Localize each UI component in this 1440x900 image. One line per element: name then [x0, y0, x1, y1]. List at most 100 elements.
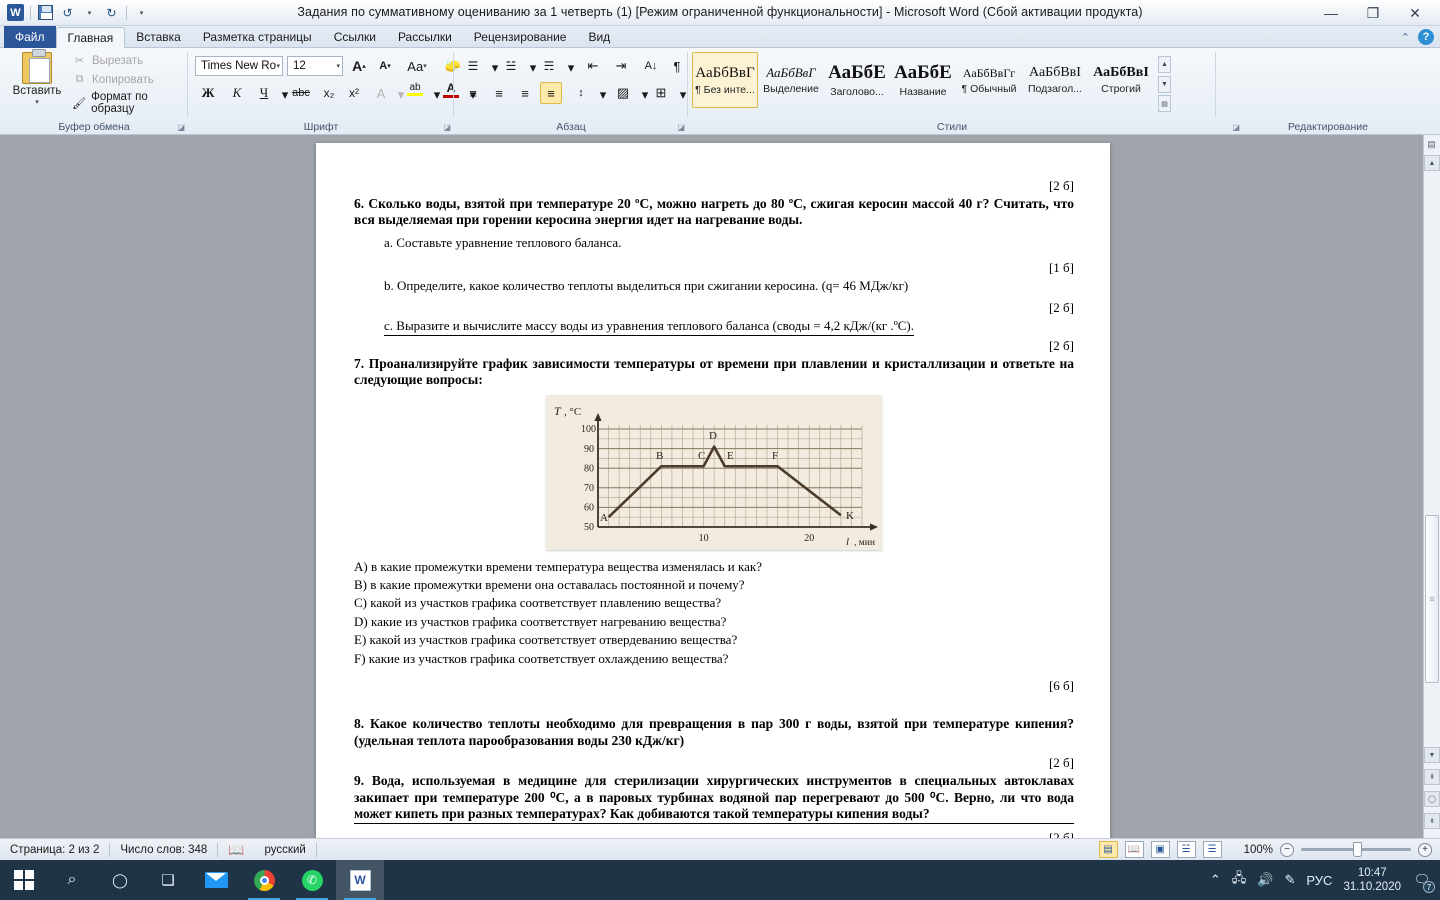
view-web-layout[interactable]: ▣: [1151, 841, 1170, 858]
word-count[interactable]: Число слов: 348: [110, 839, 217, 861]
document-page[interactable]: [2 б] 6. Сколько воды, взятой при темпер…: [316, 143, 1110, 838]
increase-indent-button[interactable]: ⇥: [610, 55, 632, 77]
multilevel-dropdown-icon[interactable]: ▾: [560, 57, 582, 79]
taskbar-whatsapp[interactable]: ✆: [288, 860, 336, 900]
view-ruler-icon[interactable]: ▤: [1424, 137, 1439, 151]
taskbar-word[interactable]: W: [336, 860, 384, 900]
start-button[interactable]: [0, 860, 48, 900]
scroll-up-button[interactable]: ▲: [1424, 155, 1440, 171]
show-formatting-marks-button[interactable]: ¶: [666, 55, 688, 77]
zoom-out-button[interactable]: −: [1280, 843, 1294, 857]
previous-page-button[interactable]: ⇞: [1424, 769, 1440, 785]
notifications-button[interactable]: 🗨 7: [1412, 870, 1432, 890]
show-hidden-icons-icon[interactable]: ⌃: [1210, 872, 1221, 888]
page-indicator[interactable]: Страница: 2 из 2: [0, 839, 109, 861]
borders-button[interactable]: ⊞: [650, 82, 672, 104]
tab-view[interactable]: Вид: [577, 26, 621, 48]
chevron-down-icon[interactable]: ▾: [336, 62, 340, 70]
paragraph-dialog-launcher[interactable]: ◪: [677, 123, 685, 132]
grow-font-icon[interactable]: A▴: [348, 55, 370, 77]
zoom-level[interactable]: 100%: [1244, 844, 1273, 856]
next-page-button[interactable]: ⇟: [1424, 813, 1440, 829]
clipboard-dialog-launcher[interactable]: ◪: [177, 123, 185, 132]
restore-button[interactable]: ❐: [1352, 0, 1394, 26]
format-painter-button[interactable]: 🖌 Формат по образцу: [72, 91, 188, 115]
shading-button[interactable]: ▨: [612, 82, 634, 104]
cortana-button[interactable]: ◯: [96, 860, 144, 900]
tab-references[interactable]: Ссылки: [323, 26, 387, 48]
language-indicator[interactable]: РУС: [1306, 873, 1332, 888]
styles-scroll-up-icon[interactable]: ▲: [1158, 56, 1171, 73]
vertical-scrollbar[interactable]: ▲ ▼ ⇞ ◯ ⇟: [1423, 135, 1440, 838]
font-name-input[interactable]: Times New Ro ▾: [195, 56, 283, 76]
style-item-1[interactable]: АаБбВвГ Выделение: [758, 52, 824, 108]
line-spacing-button[interactable]: ↕: [570, 82, 592, 104]
view-draft[interactable]: ☰: [1203, 841, 1222, 858]
strikethrough-button[interactable]: abc: [290, 82, 312, 104]
zoom-controls[interactable]: ▤ 📖 ▣ ☱ ☰ 100% − +: [1099, 839, 1432, 861]
tab-insert[interactable]: Вставка: [125, 26, 192, 48]
highlight-button[interactable]: ab: [404, 78, 426, 100]
pen-icon[interactable]: ✎: [1284, 872, 1295, 888]
style-item-5[interactable]: АаБбВвІ Подзагол...: [1022, 52, 1088, 108]
align-left-button[interactable]: ≡: [462, 82, 484, 104]
align-right-button[interactable]: ≡: [514, 82, 536, 104]
collapse-ribbon-icon[interactable]: ⌃: [1401, 31, 1410, 44]
temperature-time-chart[interactable]: 50 60 70 80 90 100 10 20: [354, 395, 1074, 550]
superscript-button[interactable]: x²: [343, 82, 365, 104]
tab-review[interactable]: Рецензирование: [463, 26, 578, 48]
tab-home[interactable]: Главная: [56, 27, 126, 49]
proofing-status[interactable]: 📖: [218, 839, 254, 861]
clock[interactable]: 10:47 31.10.2020: [1343, 866, 1401, 895]
justify-button[interactable]: ≡: [540, 82, 562, 104]
decrease-indent-button[interactable]: ⇤: [582, 55, 604, 77]
numbering-button[interactable]: ☱: [500, 55, 522, 77]
tab-page-layout[interactable]: Разметка страницы: [192, 26, 323, 48]
copy-button[interactable]: ⧉ Копировать: [72, 72, 188, 87]
styles-more-icon[interactable]: ▤: [1158, 95, 1171, 112]
scrollbar-thumb[interactable]: [1425, 515, 1439, 683]
minimize-button[interactable]: —: [1310, 0, 1352, 26]
shrink-font-icon[interactable]: A▾: [374, 55, 396, 77]
close-button[interactable]: ✕: [1394, 0, 1436, 26]
volume-icon[interactable]: 🔊: [1257, 872, 1273, 888]
underline-button[interactable]: Ч: [253, 82, 275, 104]
language-indicator[interactable]: русский: [255, 839, 316, 861]
tab-file[interactable]: Файл: [4, 26, 56, 48]
chevron-down-icon[interactable]: ▾: [276, 62, 280, 70]
styles-scroll-down-icon[interactable]: ▼: [1158, 76, 1171, 93]
style-item-6[interactable]: АаБбВвІ Строгий: [1088, 52, 1154, 108]
styles-gallery[interactable]: АаБбВвГ ¶ Без инте... АаБбВвГ Выделение …: [692, 52, 1169, 108]
taskbar-mail[interactable]: [192, 860, 240, 900]
bold-button[interactable]: Ж: [197, 82, 219, 104]
font-dialog-launcher[interactable]: ◪: [443, 123, 451, 132]
style-item-0[interactable]: АаБбВвГ ¶ Без инте...: [692, 52, 758, 108]
view-outline[interactable]: ☱: [1177, 841, 1196, 858]
cut-button[interactable]: ✂ Вырезать: [72, 53, 188, 68]
font-size-input[interactable]: 12 ▾: [287, 56, 343, 76]
zoom-slider-thumb[interactable]: [1353, 842, 1362, 857]
paste-dropdown-icon[interactable]: ▾: [35, 98, 39, 106]
line-spacing-dropdown-icon[interactable]: ▾: [592, 84, 614, 106]
style-item-2[interactable]: АаБбЕ Заголово...: [824, 52, 890, 108]
tab-mailings[interactable]: Рассылки: [387, 26, 463, 48]
sort-button[interactable]: A↓: [640, 55, 662, 77]
document-canvas[interactable]: [2 б] 6. Сколько воды, взятой при темпер…: [0, 135, 1440, 838]
zoom-slider[interactable]: [1301, 848, 1411, 851]
paste-button[interactable]: Вставить ▾: [8, 52, 66, 114]
task-view-button[interactable]: ❏: [144, 860, 192, 900]
scroll-down-button[interactable]: ▼: [1424, 747, 1440, 763]
text-effects-button[interactable]: A: [370, 82, 392, 104]
change-case-icon[interactable]: Aa▾: [406, 55, 428, 77]
multilevel-list-button[interactable]: ☴: [538, 55, 560, 77]
style-item-4[interactable]: АаБбВвГг ¶ Обычный: [956, 52, 1022, 108]
align-center-button[interactable]: ≡: [488, 82, 510, 104]
italic-button[interactable]: К: [226, 82, 248, 104]
view-full-screen-reading[interactable]: 📖: [1125, 841, 1144, 858]
zoom-in-button[interactable]: +: [1418, 843, 1432, 857]
taskbar-chrome[interactable]: [240, 860, 288, 900]
network-icon[interactable]: 🖧: [1232, 869, 1247, 891]
help-icon[interactable]: ?: [1418, 29, 1434, 45]
style-item-3[interactable]: АаБбЕ Название: [890, 52, 956, 108]
view-print-layout[interactable]: ▤: [1099, 841, 1118, 858]
